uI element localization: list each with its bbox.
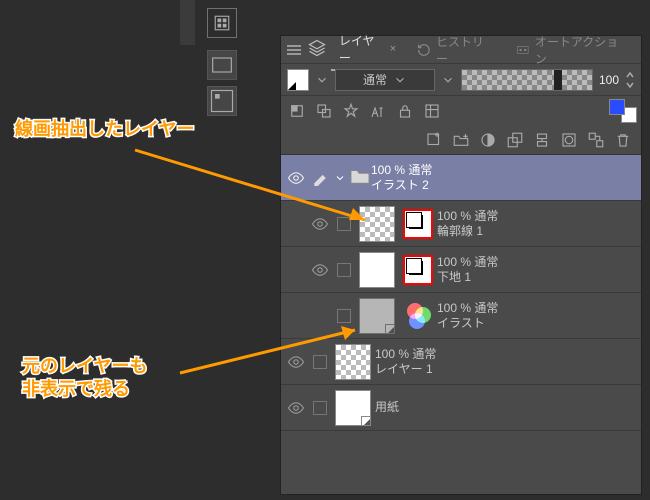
layer-name: イラスト 2	[371, 178, 432, 192]
layer-label: 100 % 通常 輪郭線 1	[437, 209, 498, 238]
mask-icon[interactable]	[557, 129, 581, 151]
layer-folder-row[interactable]: 100 % 通常 イラスト 2	[281, 155, 641, 201]
opacity-slider[interactable]	[461, 69, 593, 91]
menu-icon[interactable]	[285, 41, 303, 59]
layer-percent: 100 % 通常	[375, 347, 436, 361]
blend-row: 通常 100	[281, 64, 641, 96]
annotation-top: 線画抽出したレイヤー	[15, 118, 194, 141]
visibility-icon[interactable]	[283, 353, 309, 371]
layer-thumbnail	[335, 390, 371, 426]
layer-row-outline[interactable]: 100 % 通常 輪郭線 1	[281, 201, 641, 247]
transfer-icon[interactable]	[503, 129, 527, 151]
layers-stack-icon	[307, 38, 327, 61]
layer-label: 100 % 通常 イラスト 2	[371, 163, 432, 192]
tool-button-2[interactable]	[207, 86, 237, 116]
tool-button-1[interactable]	[207, 50, 237, 80]
lock-placeholder[interactable]	[333, 217, 355, 231]
draft-icon[interactable]	[366, 100, 390, 122]
layer-label: 用紙	[375, 400, 399, 414]
lock-alpha-icon[interactable]	[285, 100, 309, 122]
reference-icon[interactable]	[339, 100, 363, 122]
layer-mask-thumbnail[interactable]	[403, 209, 433, 239]
tab-layers[interactable]: レイヤー ×	[331, 29, 404, 71]
layer-name: レイヤー 1	[375, 362, 436, 376]
opacity-stepper[interactable]	[625, 69, 635, 91]
merge-icon[interactable]	[530, 129, 554, 151]
layer-thumbnail	[359, 206, 395, 242]
layer-percent: 100 % 通常	[437, 301, 498, 315]
new-correction-icon[interactable]	[476, 129, 500, 151]
panel-header: レイヤー× ヒストリー オートアクション	[281, 36, 641, 64]
visibility-icon[interactable]	[307, 215, 333, 233]
lock-placeholder[interactable]	[309, 401, 331, 415]
clip-icon[interactable]	[312, 100, 336, 122]
layer-thumbnail	[335, 344, 371, 380]
chevron-down-icon[interactable]	[331, 172, 349, 184]
layer-label: 100 % 通常 下地 1	[437, 255, 498, 284]
tab-history[interactable]: ヒストリー	[408, 30, 503, 70]
lock-placeholder[interactable]	[333, 263, 355, 277]
layer-name: 下地 1	[437, 270, 498, 284]
visibility-icon[interactable]	[283, 399, 309, 417]
blend-mode-select[interactable]: 通常	[335, 69, 435, 91]
vertical-toolbar	[207, 50, 237, 116]
lock-placeholder[interactable]	[309, 355, 331, 369]
layer-name: 輪郭線 1	[437, 224, 498, 238]
visibility-icon[interactable]	[307, 261, 333, 279]
canvas-area	[0, 0, 195, 500]
layer-row-layer1[interactable]: 100 % 通常 レイヤー 1	[281, 339, 641, 385]
layer-row-paper[interactable]: 用紙	[281, 385, 641, 431]
tab-layers-label: レイヤー	[339, 32, 386, 66]
layer-percent: 100 % 通常	[371, 163, 432, 177]
visibility-icon[interactable]	[283, 169, 309, 187]
scrollbar-vertical[interactable]	[180, 0, 195, 45]
layer-percent: 100 % 通常	[437, 255, 498, 269]
show-palette-icon[interactable]	[420, 100, 444, 122]
rgb-icon	[403, 301, 433, 331]
tab-history-label: ヒストリー	[436, 33, 495, 67]
tab-autoaction[interactable]: オートアクション	[507, 30, 637, 70]
layer-name: イラスト	[437, 316, 498, 330]
new-folder-icon[interactable]	[449, 129, 473, 151]
layer-options-row-2	[281, 126, 641, 154]
tab-autoaction-label: オートアクション	[535, 33, 629, 67]
layer-percent: 100 % 通常	[437, 209, 498, 223]
layer-label: 100 % 通常 レイヤー 1	[375, 347, 436, 376]
opacity-value: 100	[599, 73, 619, 87]
layer-thumbnail	[359, 298, 395, 334]
layer-name: 用紙	[375, 400, 399, 414]
chevron-down-icon[interactable]	[441, 73, 455, 87]
layers-panel: レイヤー× ヒストリー オートアクション 通常 100	[280, 35, 642, 495]
apply-mask-icon[interactable]	[584, 129, 608, 151]
layer-options-row-1	[281, 96, 641, 126]
layer-mask-thumbnail[interactable]	[403, 255, 433, 285]
grid-tool-icon[interactable]	[207, 8, 237, 38]
close-icon[interactable]: ×	[390, 43, 396, 55]
chevron-down-icon[interactable]	[315, 73, 329, 87]
lock-icon[interactable]	[393, 100, 417, 122]
foreground-background-colors[interactable]	[609, 99, 637, 123]
layer-thumbnail	[359, 252, 395, 288]
layers-list: 100 % 通常 イラスト 2 100 % 通常 輪郭線 1 100 % 通常 …	[281, 154, 641, 431]
layer-row-base[interactable]: 100 % 通常 下地 1	[281, 247, 641, 293]
pencil-icon	[309, 170, 331, 186]
blend-mode-label: 通常	[363, 71, 387, 88]
trash-icon[interactable]	[611, 129, 635, 151]
folder-icon	[349, 167, 371, 188]
layer-row-illust[interactable]: 100 % 通常 イラスト	[281, 293, 641, 339]
layer-label: 100 % 通常 イラスト	[437, 301, 498, 330]
lock-placeholder[interactable]	[333, 309, 355, 323]
color-swatch[interactable]	[287, 69, 309, 91]
new-layer-icon[interactable]	[422, 129, 446, 151]
annotation-bottom: 元のレイヤーも 非表示で残る	[22, 355, 147, 402]
